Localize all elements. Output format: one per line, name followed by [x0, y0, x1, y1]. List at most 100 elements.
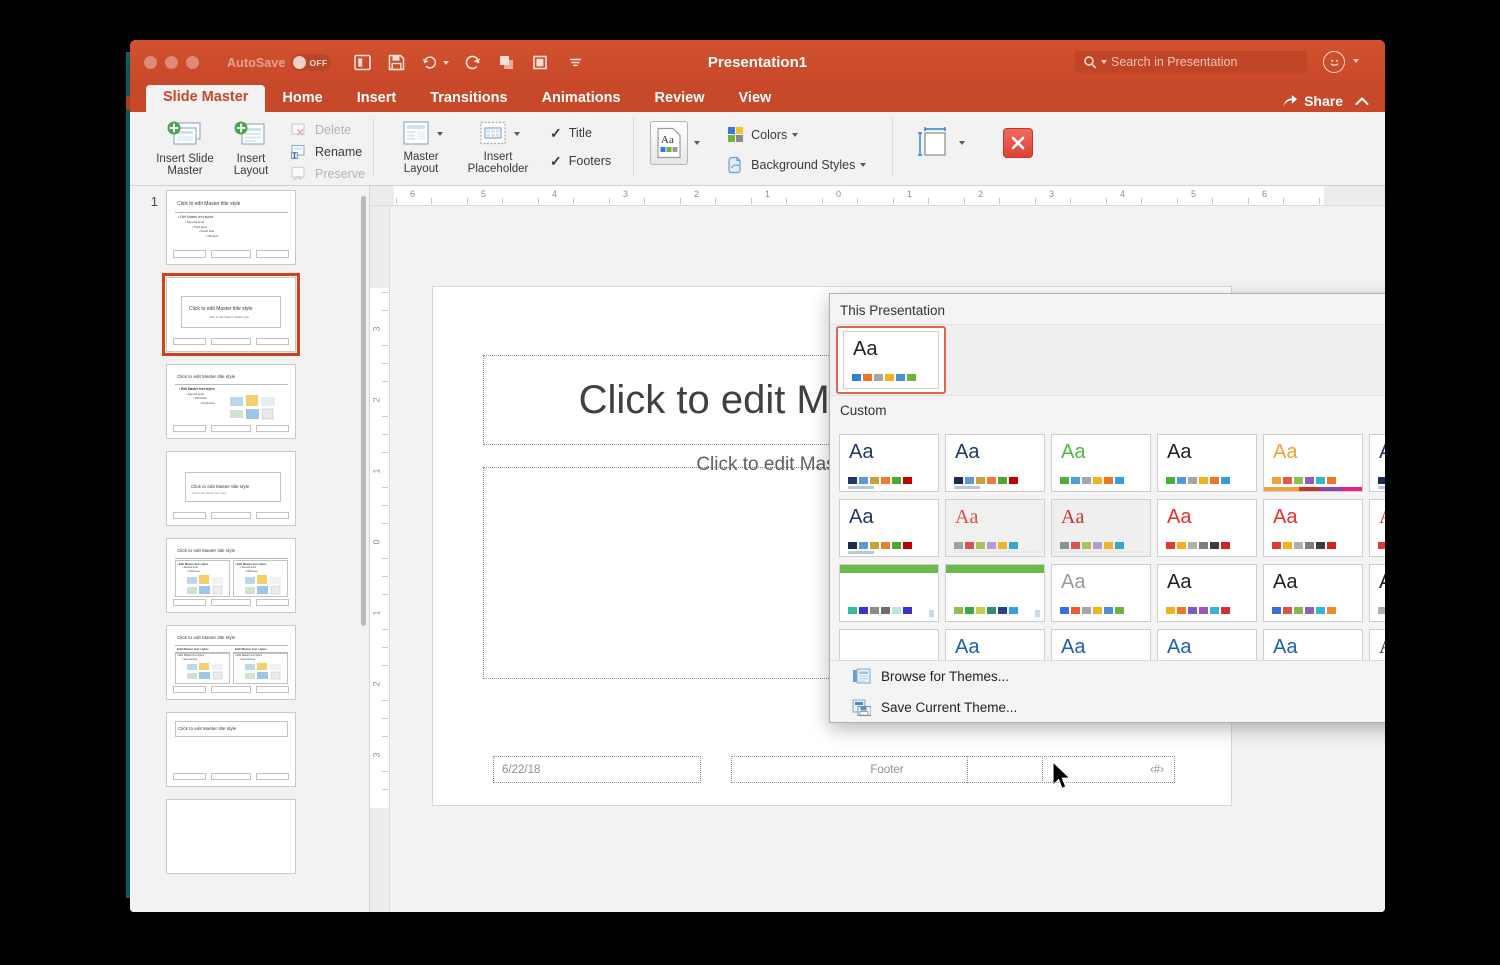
slide-thumbnail-pane[interactable]: 1 Click to edit Master title style • Edi…	[130, 186, 370, 912]
thumb-title-text: Click to edit Master title style	[191, 484, 250, 489]
theme-cell[interactable]: Aa	[836, 430, 942, 495]
tab-transitions[interactable]: Transitions	[413, 86, 524, 112]
start-presentation-icon[interactable]	[497, 53, 517, 73]
insert-placeholder-button[interactable]: Insert Placeholder	[458, 118, 538, 176]
search-input[interactable]: Search in Presentation	[1075, 51, 1307, 73]
slide-thumbnail-blank[interactable]	[166, 799, 296, 874]
slide-thumbnail-title-only[interactable]: Click to edit Master title style	[166, 712, 296, 787]
list-item[interactable]: 1 Click to edit Master title style • Edi…	[130, 190, 369, 265]
save-current-theme-label: Save Current Theme...	[881, 700, 1018, 715]
list-item[interactable]: Click to edit Master title style Edit Ma…	[130, 625, 369, 700]
theme-cell[interactable]: Aa	[1260, 495, 1366, 560]
insert-slide-master-button[interactable]: Insert Slide Master	[152, 118, 218, 178]
presenter-view-icon[interactable]	[531, 53, 551, 73]
theme-cell[interactable]: Aa	[1048, 495, 1154, 560]
delete-master-button[interactable]: Delete	[290, 122, 365, 138]
search-scope-caret-icon[interactable]	[1101, 60, 1107, 64]
autosave-toggle[interactable]: OFF	[291, 54, 332, 71]
background-styles-caret-icon[interactable]	[860, 163, 867, 167]
slide-thumbnail-master[interactable]: Click to edit Master title style • Edit …	[166, 190, 296, 265]
share-button[interactable]: Share	[1282, 93, 1343, 109]
tab-slide-master[interactable]: Slide Master	[146, 85, 266, 112]
theme-cell[interactable]: Aa	[1260, 560, 1366, 625]
theme-cell[interactable]: Aa	[1366, 430, 1385, 495]
themes-dropdown-caret-icon[interactable]	[694, 141, 701, 145]
colors-icon	[728, 127, 744, 142]
theme-cell[interactable]: Aa	[1048, 560, 1154, 625]
theme-cell[interactable]: Aa	[1154, 560, 1260, 625]
minimize-window-button[interactable]	[165, 56, 178, 69]
feedback-smiley-icon[interactable]	[1323, 51, 1345, 73]
screen-root: AutoSave OFF Presentation1 Search in Pre…	[0, 0, 1500, 965]
ribbon-group-themes: Aa Colors Background Styles	[634, 112, 874, 186]
slide-size-icon[interactable]	[913, 125, 953, 161]
list-item[interactable]: Click to edit Master title style	[130, 712, 369, 787]
undo-icon[interactable]	[421, 53, 450, 73]
theme-cell[interactable]: Aa	[1154, 495, 1260, 560]
themes-button[interactable]: Aa	[650, 121, 689, 165]
browse-for-themes-menu-item[interactable]: Browse for Themes...	[830, 661, 1385, 692]
redo-icon[interactable]	[463, 53, 483, 73]
list-item[interactable]: Click to edit Master title style • Edit …	[130, 364, 369, 439]
slide-size-caret-icon[interactable]	[959, 141, 966, 145]
theme-card[interactable]: Aa	[843, 331, 939, 389]
feedback-dropdown-caret-icon[interactable]	[1353, 59, 1359, 63]
background-styles-button[interactable]: Background Styles	[726, 155, 867, 175]
sidebar-toggle-icon[interactable]	[353, 53, 373, 73]
tab-view[interactable]: View	[722, 86, 789, 112]
list-item[interactable]: Click to edit Master title style Click t…	[130, 273, 369, 356]
footers-checkbox[interactable]: ✓ Footers	[550, 154, 611, 168]
preserve-master-button[interactable]: Preserve	[290, 166, 365, 182]
theme-cell[interactable]: Aa	[942, 495, 1048, 560]
save-icon[interactable]	[387, 53, 407, 73]
master-layout-button[interactable]: Master Layout	[390, 118, 452, 176]
insert-layout-button[interactable]: Insert Layout	[218, 118, 284, 178]
theme-cell[interactable]	[836, 560, 942, 625]
tab-review[interactable]: Review	[638, 86, 722, 112]
themes-gallery-dropdown[interactable]: This Presentation Aa Custom Aa Aa Aa Aa …	[829, 293, 1385, 723]
theme-cell[interactable]: Aa	[1366, 560, 1385, 625]
theme-swatches	[1166, 606, 1230, 614]
theme-cell[interactable]: Aa	[1366, 495, 1385, 560]
zoom-window-button[interactable]	[186, 56, 199, 69]
tab-insert[interactable]: Insert	[340, 86, 414, 112]
theme-cell[interactable]: Aa	[942, 430, 1048, 495]
theme-cell[interactable]: Aa	[836, 495, 942, 560]
close-master-view-button[interactable]	[1003, 128, 1034, 158]
ribbon-toolbar: Insert Slide Master Insert Layout Delete…	[130, 112, 1385, 186]
list-item[interactable]: Click to edit Master title style Click t…	[130, 451, 369, 526]
list-item[interactable]: Click to edit Master title style • Edit …	[130, 538, 369, 613]
theme-cell[interactable]: Aa	[1048, 430, 1154, 495]
colors-button[interactable]: Colors	[726, 125, 866, 145]
slide-thumbnail-section-header[interactable]: Click to edit Master title style Click t…	[166, 451, 296, 526]
close-window-button[interactable]	[144, 56, 157, 69]
theme-cell[interactable]: Aa	[1154, 430, 1260, 495]
tab-animations[interactable]: Animations	[525, 86, 638, 112]
rename-master-button[interactable]: Rename	[290, 144, 365, 160]
date-placeholder[interactable]: 6/22/18	[493, 756, 701, 783]
list-item[interactable]	[130, 799, 369, 874]
theme-cell[interactable]	[942, 560, 1048, 625]
undo-dropdown-caret[interactable]	[443, 60, 450, 65]
window-controls[interactable]	[144, 56, 199, 69]
close-master-icon	[1012, 136, 1025, 150]
thumbnail-pane-scrollbar[interactable]	[361, 196, 366, 626]
theme-card: Aa	[1369, 563, 1385, 622]
colors-caret-icon[interactable]	[792, 133, 799, 137]
customize-toolbar-caret-icon[interactable]	[565, 53, 585, 73]
autosave-control[interactable]: AutoSave OFF	[227, 54, 332, 71]
insert-placeholder-caret-icon[interactable]	[513, 132, 520, 136]
slide-thumbnail-comparison[interactable]: Click to edit Master title style Edit Ma…	[166, 625, 296, 700]
slide-thumbnail-two-content[interactable]: Click to edit Master title style • Edit …	[166, 538, 296, 613]
horizontal-ruler[interactable]: 6 5 4 3 2 1 0 1 2 3 4 5 6	[370, 186, 1385, 206]
slide-thumbnail-title-selected[interactable]: Click to edit Master title style Click t…	[162, 273, 300, 356]
theme-current-selected[interactable]: Aa	[836, 326, 946, 394]
theme-cell[interactable]: Aa	[1260, 430, 1366, 495]
save-current-theme-menu-item[interactable]: Save Current Theme...	[830, 692, 1385, 723]
title-checkbox[interactable]: ✓ Title	[550, 126, 611, 140]
slide-thumbnail-content[interactable]: Click to edit Master title style • Edit …	[166, 364, 296, 439]
theme-aa-glyph: Aa	[1273, 440, 1298, 463]
vertical-ruler[interactable]: 3 2 1 0 1 2 3	[370, 206, 390, 912]
master-layout-caret-icon[interactable]	[436, 132, 443, 136]
tab-home[interactable]: Home	[265, 86, 339, 112]
